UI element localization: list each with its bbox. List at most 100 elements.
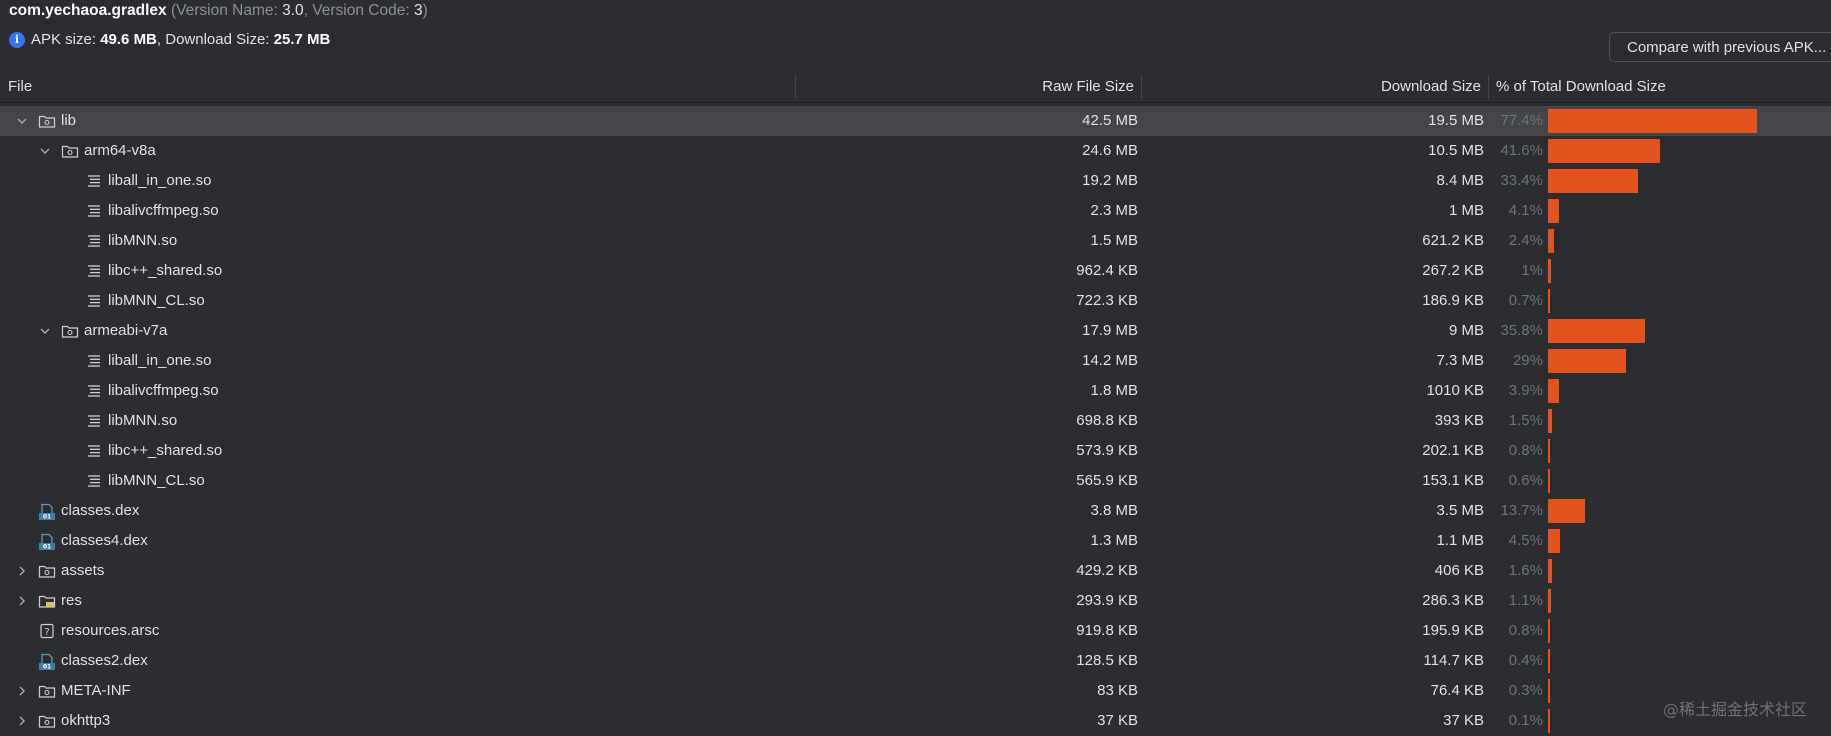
- compare-with-previous-apk-button[interactable]: Compare with previous APK...: [1609, 32, 1831, 62]
- column-divider[interactable]: [1488, 75, 1489, 99]
- download-size-bar: [1548, 589, 1551, 613]
- file-name: META-INF: [61, 682, 131, 699]
- file-name: lib: [61, 112, 77, 129]
- table-row[interactable]: META-INF 83 KB 76.4 KB 0.3%: [0, 676, 1831, 706]
- unknown-file-icon: ?: [38, 623, 56, 639]
- version-name: 3.0: [282, 2, 304, 19]
- column-divider[interactable]: [795, 75, 796, 99]
- chevron-right-icon[interactable]: [15, 564, 29, 578]
- file-lines-icon: [85, 263, 103, 279]
- table-header: File Raw File Size Download Size % of To…: [0, 72, 1831, 103]
- resource-folder-icon: [38, 593, 56, 609]
- file-name: okhttp3: [61, 712, 111, 729]
- column-header-raw-size[interactable]: Raw File Size: [800, 72, 1134, 102]
- download-size: 37 KB: [1443, 712, 1484, 729]
- column-header-file[interactable]: File: [8, 72, 32, 102]
- table-row[interactable]: libMNN.so 1.5 MB 621.2 KB 2.4%: [0, 226, 1831, 256]
- raw-file-size: 565.9 KB: [1076, 472, 1138, 489]
- file-tree-table: lib 42.5 MB 19.5 MB 77.4% arm64-v8a 24.6 MB 10…: [0, 106, 1831, 736]
- apk-size-value: 49.6 MB: [100, 31, 157, 48]
- download-size: 19.5 MB: [1428, 112, 1484, 129]
- download-size: 7.3 MB: [1436, 352, 1484, 369]
- raw-file-size: 962.4 KB: [1076, 262, 1138, 279]
- file-name: classes2.dex: [61, 652, 148, 669]
- table-row[interactable]: 01 classes.dex 3.8 MB 3.5 MB 13.7%: [0, 496, 1831, 526]
- table-row[interactable]: libalivcffmpeg.so 2.3 MB 1 MB 4.1%: [0, 196, 1831, 226]
- percent-of-total: 0.6%: [1508, 472, 1543, 489]
- download-size-bar: [1548, 229, 1555, 253]
- chevron-right-icon[interactable]: [15, 684, 29, 698]
- percent-of-total: 0.8%: [1508, 442, 1543, 459]
- column-header-download-size[interactable]: Download Size: [1150, 72, 1481, 102]
- table-row[interactable]: 01 classes4.dex 1.3 MB 1.1 MB 4.5%: [0, 526, 1831, 556]
- download-size-bar: [1548, 109, 1757, 133]
- table-row[interactable]: arm64-v8a 24.6 MB 10.5 MB 41.6%: [0, 136, 1831, 166]
- raw-file-size: 24.6 MB: [1082, 142, 1138, 159]
- table-row[interactable]: res 293.9 KB 286.3 KB 1.1%: [0, 586, 1831, 616]
- file-lines-icon: [85, 473, 103, 489]
- file-name: res: [61, 592, 82, 609]
- package-name: com.yechaoa.gradlex: [9, 2, 167, 19]
- download-size: 76.4 KB: [1430, 682, 1484, 699]
- svg-text:?: ?: [44, 627, 49, 638]
- chevron-down-icon[interactable]: [15, 114, 29, 128]
- table-row[interactable]: libc++_shared.so 573.9 KB 202.1 KB 0.8%: [0, 436, 1831, 466]
- download-size-bar: [1548, 529, 1561, 553]
- table-row[interactable]: liball_in_one.so 14.2 MB 7.3 MB 29%: [0, 346, 1831, 376]
- table-row[interactable]: okhttp3 37 KB 37 KB 0.1%: [0, 706, 1831, 736]
- download-size: 9 MB: [1448, 322, 1484, 339]
- dex-file-icon: 01: [38, 533, 56, 551]
- table-row[interactable]: ? resources.arsc 919.8 KB 195.9 KB 0.8%: [0, 616, 1831, 646]
- raw-file-size: 37 KB: [1097, 712, 1138, 729]
- apk-size-label: APK size:: [31, 31, 101, 48]
- file-name: libc++_shared.so: [108, 262, 223, 279]
- table-row[interactable]: libMNN_CL.so 565.9 KB 153.1 KB 0.6%: [0, 466, 1831, 496]
- download-size: 286.3 KB: [1422, 592, 1484, 609]
- download-size: 195.9 KB: [1422, 622, 1484, 639]
- percent-of-total: 0.7%: [1508, 292, 1543, 309]
- download-size: 202.1 KB: [1422, 442, 1484, 459]
- percent-of-total: 3.9%: [1508, 382, 1543, 399]
- table-row[interactable]: libalivcffmpeg.so 1.8 MB 1010 KB 3.9%: [0, 376, 1831, 406]
- column-header-percent[interactable]: % of Total Download Size: [1496, 72, 1666, 102]
- folder-icon: [38, 683, 56, 699]
- table-row[interactable]: lib 42.5 MB 19.5 MB 77.4%: [0, 106, 1831, 136]
- download-size-bar: [1548, 289, 1550, 313]
- file-name: liball_in_one.so: [108, 172, 212, 189]
- download-size: 114.7 KB: [1423, 652, 1484, 669]
- version-mid: , Version Code:: [303, 2, 414, 19]
- download-size-bar: [1548, 409, 1553, 433]
- download-size: 1.1 MB: [1436, 532, 1484, 549]
- chevron-down-icon[interactable]: [38, 144, 52, 158]
- file-name: classes.dex: [61, 502, 140, 519]
- folder-icon: [38, 713, 56, 729]
- download-size-bar: [1548, 499, 1585, 523]
- percent-of-total: 4.1%: [1508, 202, 1543, 219]
- chevron-right-icon[interactable]: [15, 714, 29, 728]
- svg-text:01: 01: [43, 664, 51, 671]
- table-row[interactable]: assets 429.2 KB 406 KB 1.6%: [0, 556, 1831, 586]
- file-name: armeabi-v7a: [84, 322, 168, 339]
- table-row[interactable]: libc++_shared.so 962.4 KB 267.2 KB 1%: [0, 256, 1831, 286]
- table-row[interactable]: 01 classes2.dex 128.5 KB 114.7 KB 0.4%: [0, 646, 1831, 676]
- file-lines-icon: [85, 353, 103, 369]
- download-size-bar: [1548, 469, 1550, 493]
- download-size-bar: [1548, 679, 1550, 703]
- column-divider[interactable]: [1141, 75, 1142, 99]
- dex-file-icon: 01: [38, 653, 56, 671]
- chevron-down-icon[interactable]: [38, 324, 52, 338]
- raw-file-size: 698.8 KB: [1076, 412, 1138, 429]
- file-name: libMNN_CL.so: [108, 292, 205, 309]
- percent-of-total: 1.1%: [1508, 592, 1543, 609]
- table-row[interactable]: liball_in_one.so 19.2 MB 8.4 MB 33.4%: [0, 166, 1831, 196]
- file-name: classes4.dex: [61, 532, 148, 549]
- table-row[interactable]: armeabi-v7a 17.9 MB 9 MB 35.8%: [0, 316, 1831, 346]
- table-row[interactable]: libMNN.so 698.8 KB 393 KB 1.5%: [0, 406, 1831, 436]
- table-row[interactable]: libMNN_CL.so 722.3 KB 186.9 KB 0.7%: [0, 286, 1831, 316]
- chevron-right-icon[interactable]: [15, 594, 29, 608]
- file-name: libc++_shared.so: [108, 442, 223, 459]
- download-size: 267.2 KB: [1422, 262, 1484, 279]
- file-lines-icon: [85, 173, 103, 189]
- file-lines-icon: [85, 443, 103, 459]
- percent-of-total: 0.8%: [1508, 622, 1543, 639]
